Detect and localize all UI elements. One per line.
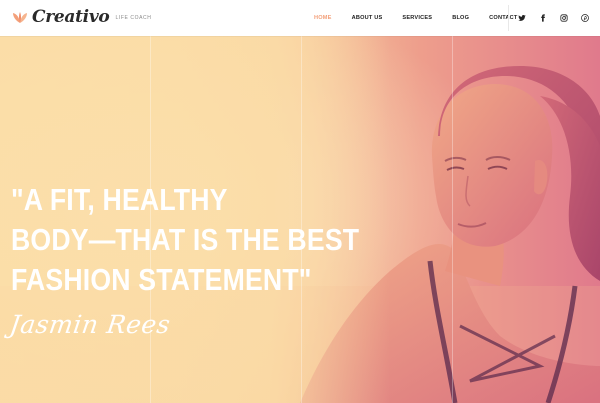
hero-quote-line: "A FIT, HEALTHY	[11, 182, 228, 217]
twitter-link[interactable]	[517, 13, 527, 23]
header-divider	[508, 5, 509, 31]
main-nav: HOME ABOUT US SERVICES BLOG CONTACT	[314, 0, 518, 36]
social-links	[517, 0, 590, 36]
nav-item-services[interactable]: SERVICES	[402, 15, 432, 21]
brand-name: Creativo	[32, 7, 110, 27]
quote-author-signature: Jasmin Rees	[7, 310, 173, 339]
facebook-icon	[541, 14, 545, 22]
instagram-link[interactable]	[559, 13, 569, 23]
lotus-leaf-icon	[13, 12, 27, 23]
nav-item-about-us[interactable]: ABOUT US	[352, 15, 383, 21]
site-logo[interactable]: Creativo LIFE COACH	[10, 7, 151, 27]
instagram-icon	[560, 14, 568, 22]
nav-item-blog[interactable]: BLOG	[452, 15, 469, 21]
hero-quote: "A FIT, HEALTHY BODY—THAT IS THE BEST FA…	[11, 180, 359, 300]
facebook-link[interactable]	[538, 13, 548, 23]
hero-quote-line: FASHION STATEMENT"	[11, 262, 312, 297]
pinterest-icon	[581, 14, 589, 22]
brand-tagline: LIFE COACH	[115, 15, 152, 21]
hero-section: "A FIT, HEALTHY BODY—THAT IS THE BEST FA…	[0, 36, 600, 403]
twitter-icon	[518, 15, 526, 21]
pinterest-link[interactable]	[580, 13, 590, 23]
hero-quote-line: BODY—THAT IS THE BEST	[11, 222, 360, 257]
nav-item-contact[interactable]: CONTACT	[489, 15, 517, 21]
nav-item-home[interactable]: HOME	[314, 15, 332, 21]
grid-line	[452, 36, 453, 403]
site-header: Creativo LIFE COACH HOME ABOUT US SERVIC…	[0, 0, 600, 36]
